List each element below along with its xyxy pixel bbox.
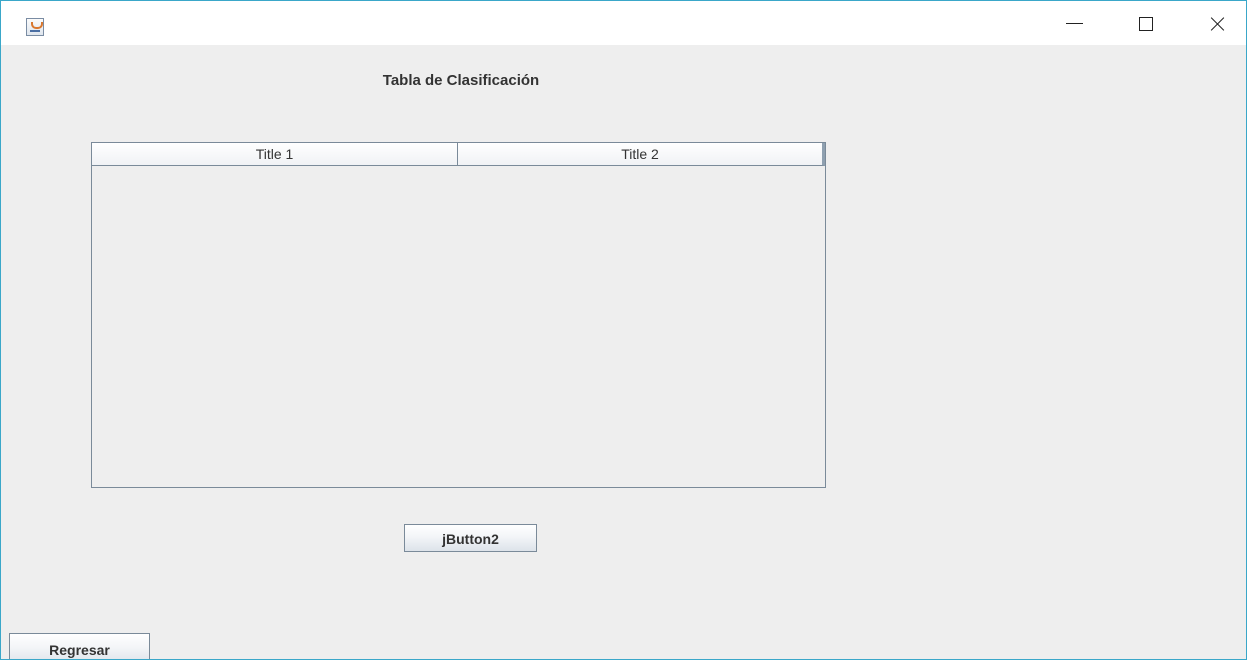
minimize-icon bbox=[1066, 23, 1083, 24]
minimize-button[interactable] bbox=[1052, 1, 1098, 45]
jbutton2-button[interactable]: jButton2 bbox=[404, 524, 537, 552]
close-icon bbox=[1209, 15, 1227, 33]
column-header-title-2[interactable]: Title 2 bbox=[458, 143, 825, 166]
column-header-title-1[interactable]: Title 1 bbox=[92, 143, 458, 166]
java-app-icon[interactable] bbox=[26, 18, 44, 36]
regresar-button[interactable]: Regresar bbox=[9, 633, 150, 659]
maximize-button[interactable] bbox=[1125, 1, 1171, 45]
table-header: Title 1 Title 2 bbox=[92, 143, 825, 166]
app-window: Tabla de Clasificación Title 1 Title 2 j… bbox=[0, 0, 1247, 660]
close-button[interactable] bbox=[1195, 1, 1241, 45]
leaderboard-table[interactable]: Title 1 Title 2 bbox=[91, 142, 826, 488]
page-title: Tabla de Clasificación bbox=[382, 72, 540, 89]
title-bar[interactable] bbox=[1, 1, 1246, 45]
maximize-icon bbox=[1139, 17, 1153, 31]
